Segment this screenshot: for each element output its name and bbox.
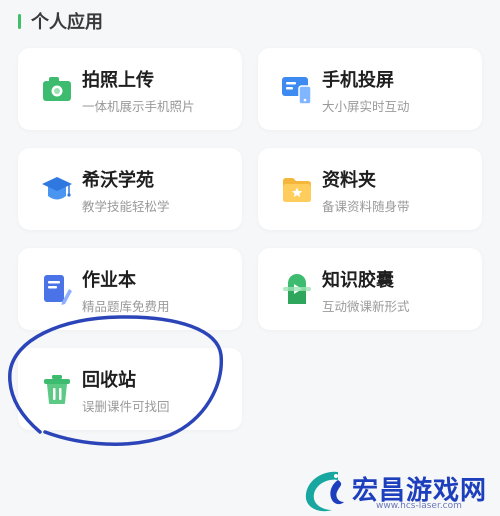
app-name: 回收站 (82, 370, 136, 391)
capsule-play-icon (283, 274, 311, 304)
camera-icon (43, 77, 71, 101)
app-description: 互动微课新形式 (322, 299, 410, 314)
section-title: 个人应用 (31, 12, 103, 33)
watermark-url: www.hcs-laser.com (376, 501, 462, 511)
app-card-folder[interactable]: 资料夹 备课资料随身带 (258, 148, 482, 230)
folder-icon (283, 178, 311, 202)
app-name: 知识胶囊 (322, 270, 394, 291)
trash-bin-icon (44, 375, 70, 404)
homework-book-icon (44, 275, 72, 305)
app-card-photo-upload[interactable]: 拍照上传 一体机展示手机照片 (18, 48, 242, 130)
app-name: 手机投屏 (322, 70, 394, 91)
graduation-cap-icon (42, 177, 72, 200)
app-card-knowledge-capsule[interactable]: 知识胶囊 互动微课新形式 (258, 248, 482, 330)
section-accent-bar (18, 13, 21, 29)
app-name: 希沃学苑 (82, 170, 154, 191)
screen-cast-icon (282, 77, 312, 105)
app-card-recycle-bin[interactable]: 回收站 误删课件可找回 (18, 348, 242, 430)
app-description: 备课资料随身带 (322, 199, 410, 214)
watermark: 宏昌游戏网 www.hcs-laser.com (298, 466, 498, 516)
app-description: 误删课件可找回 (82, 399, 170, 414)
section-header: 个人应用 (18, 8, 103, 34)
app-card-homework[interactable]: 作业本 精品题库免费用 (18, 248, 242, 330)
app-description: 教学技能轻松学 (82, 199, 170, 214)
app-name: 资料夹 (322, 170, 376, 191)
app-name: 作业本 (82, 270, 136, 291)
app-description: 精品题库免费用 (82, 299, 170, 314)
app-card-seewo-academy[interactable]: 希沃学苑 教学技能轻松学 (18, 148, 242, 230)
app-card-screen-cast[interactable]: 手机投屏 大小屏实时互动 (258, 48, 482, 130)
dragon-logo-icon (305, 471, 344, 512)
app-description: 大小屏实时互动 (322, 99, 410, 114)
app-name: 拍照上传 (82, 70, 154, 91)
app-description: 一体机展示手机照片 (82, 99, 195, 114)
